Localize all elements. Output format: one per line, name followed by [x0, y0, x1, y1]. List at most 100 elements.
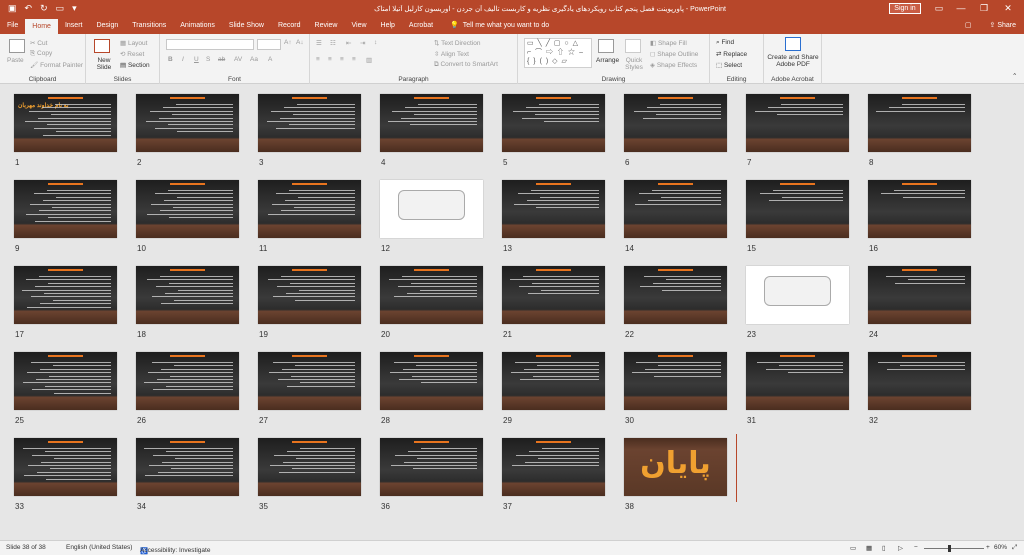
slide-thumbnail[interactable]: [136, 180, 239, 238]
ribbon-display-icon[interactable]: ▭: [930, 0, 948, 17]
font-shrink-icon[interactable]: A↓: [296, 39, 304, 46]
share-button[interactable]: ⇪ Share: [990, 17, 1017, 34]
slide-thumbnail[interactable]: [746, 94, 849, 152]
tab-acrobat[interactable]: Acrobat: [402, 17, 440, 34]
arrange-icon[interactable]: [598, 39, 614, 53]
select-button[interactable]: ⬚ Select: [716, 61, 742, 69]
close-icon[interactable]: ✕: [999, 0, 1017, 17]
zoom-level[interactable]: 60%: [994, 544, 1007, 551]
comments-icon[interactable]: ▢: [965, 17, 972, 34]
slide-thumbnail[interactable]: [258, 438, 361, 496]
arrange-button[interactable]: Arrange: [596, 57, 619, 64]
slide-thumbnail[interactable]: [502, 352, 605, 410]
slideshow-view-icon[interactable]: ▷: [898, 544, 903, 552]
slide-thumbnail[interactable]: [502, 180, 605, 238]
slide-thumbnail[interactable]: [746, 180, 849, 238]
tab-slide-show[interactable]: Slide Show: [222, 17, 271, 34]
slide-thumbnail[interactable]: [136, 352, 239, 410]
restore-icon[interactable]: ❐: [975, 0, 993, 17]
justify-icon[interactable]: ≡: [352, 56, 356, 63]
create-share-pdf-button[interactable]: Create and Share Adobe PDF: [766, 54, 820, 68]
reset-button[interactable]: ⟲ Reset: [120, 50, 144, 58]
slide-thumbnail[interactable]: [624, 180, 727, 238]
start-slideshow-icon[interactable]: ▭: [56, 3, 65, 14]
tab-insert[interactable]: Insert: [58, 17, 90, 34]
slide-thumbnail[interactable]: [258, 94, 361, 152]
tab-transitions[interactable]: Transitions: [125, 17, 173, 34]
increase-indent-icon[interactable]: ⇥: [360, 39, 365, 47]
tab-file[interactable]: File: [0, 17, 25, 34]
customize-qat-icon[interactable]: ▾: [72, 3, 77, 14]
slide-thumbnail[interactable]: [624, 266, 727, 324]
zoom-in-icon[interactable]: +: [986, 544, 990, 551]
slide-thumbnail[interactable]: [624, 94, 727, 152]
decrease-indent-icon[interactable]: ⇤: [346, 39, 351, 47]
slide-thumbnail[interactable]: [624, 352, 727, 410]
undo-icon[interactable]: ↶: [25, 3, 33, 14]
slide-thumbnail[interactable]: [502, 438, 605, 496]
slide-thumbnail[interactable]: [136, 438, 239, 496]
slide-thumbnail[interactable]: [868, 266, 971, 324]
tab-help[interactable]: Help: [374, 17, 402, 34]
bold-icon[interactable]: B: [168, 56, 173, 63]
tell-me-search[interactable]: 💡 Tell me what you want to do: [450, 17, 549, 34]
shapes-gallery[interactable]: ▭ ╲ ╱ ▢ ○ △ ⌐ ⌒ ⇨ ⇧ ☆ ⌢{ } ( ) ◇ ▱: [524, 38, 592, 68]
align-right-icon[interactable]: ≡: [340, 56, 344, 63]
layout-button[interactable]: ▦ Layout: [120, 39, 147, 47]
shape-effects-button[interactable]: ◈ Shape Effects: [650, 61, 697, 69]
language-indicator[interactable]: English (United States): [66, 544, 132, 551]
normal-view-icon[interactable]: ▭: [850, 544, 856, 552]
slide-thumbnail[interactable]: [502, 266, 605, 324]
tab-review[interactable]: Review: [308, 17, 345, 34]
line-spacing-icon[interactable]: ↕: [374, 39, 377, 46]
shadow-icon[interactable]: S: [206, 56, 210, 63]
font-name-box[interactable]: [166, 39, 254, 50]
slide-thumbnail[interactable]: پایان: [624, 438, 727, 496]
slide-thumbnail[interactable]: [258, 352, 361, 410]
columns-icon[interactable]: ▥: [366, 56, 372, 64]
font-size-box[interactable]: [257, 39, 281, 50]
shape-fill-button[interactable]: ◧ Shape Fill: [650, 39, 687, 47]
sign-in-button[interactable]: Sign in: [889, 3, 921, 14]
slide-thumbnail[interactable]: [380, 438, 483, 496]
zoom-out-icon[interactable]: −: [914, 544, 918, 551]
underline-icon[interactable]: U: [194, 56, 199, 63]
quick-styles-icon[interactable]: [625, 39, 641, 53]
slide-thumbnail[interactable]: [136, 266, 239, 324]
strikethrough-icon[interactable]: ab: [218, 56, 225, 63]
slide-thumbnail[interactable]: [258, 266, 361, 324]
slide-thumbnail[interactable]: [380, 352, 483, 410]
tab-animations[interactable]: Animations: [173, 17, 222, 34]
new-slide-icon[interactable]: [94, 39, 110, 53]
align-text-button[interactable]: ⇳ Align Text: [434, 50, 469, 58]
slide-thumbnail[interactable]: [380, 180, 483, 238]
zoom-slider-thumb[interactable]: [948, 545, 951, 552]
numbering-icon[interactable]: ☷: [330, 39, 336, 47]
slide-thumbnail[interactable]: [502, 94, 605, 152]
collapse-ribbon-icon[interactable]: ⌃: [1012, 72, 1017, 80]
slide-thumbnail[interactable]: [14, 266, 117, 324]
paste-icon[interactable]: [9, 39, 25, 53]
autosave-icon[interactable]: ▣: [8, 3, 17, 14]
bullets-icon[interactable]: ☰: [316, 39, 322, 47]
redo-icon[interactable]: ↻: [40, 3, 48, 14]
tab-design[interactable]: Design: [89, 17, 125, 34]
cut-button[interactable]: ✂ Cut: [30, 39, 47, 47]
fit-to-window-icon[interactable]: ⤢: [1012, 544, 1017, 552]
tab-record[interactable]: Record: [271, 17, 308, 34]
reading-view-icon[interactable]: ▯: [882, 544, 886, 552]
slide-thumbnail[interactable]: به نام خداوند مهربان: [14, 94, 117, 152]
minimize-icon[interactable]: —: [952, 0, 970, 17]
shape-outline-button[interactable]: ◻ Shape Outline: [650, 50, 698, 58]
paste-button[interactable]: Paste: [7, 57, 24, 64]
tab-home[interactable]: Home: [25, 19, 58, 34]
slide-thumbnail[interactable]: [868, 94, 971, 152]
slide-thumbnail[interactable]: [14, 352, 117, 410]
slide-thumbnail[interactable]: [746, 352, 849, 410]
zoom-slider[interactable]: [924, 548, 984, 549]
italic-icon[interactable]: I: [182, 56, 184, 63]
format-painter-button[interactable]: 🖌 Format Painter: [30, 61, 83, 69]
slide-thumbnail[interactable]: [868, 180, 971, 238]
slide-thumbnail[interactable]: [14, 180, 117, 238]
align-left-icon[interactable]: ≡: [316, 56, 320, 63]
